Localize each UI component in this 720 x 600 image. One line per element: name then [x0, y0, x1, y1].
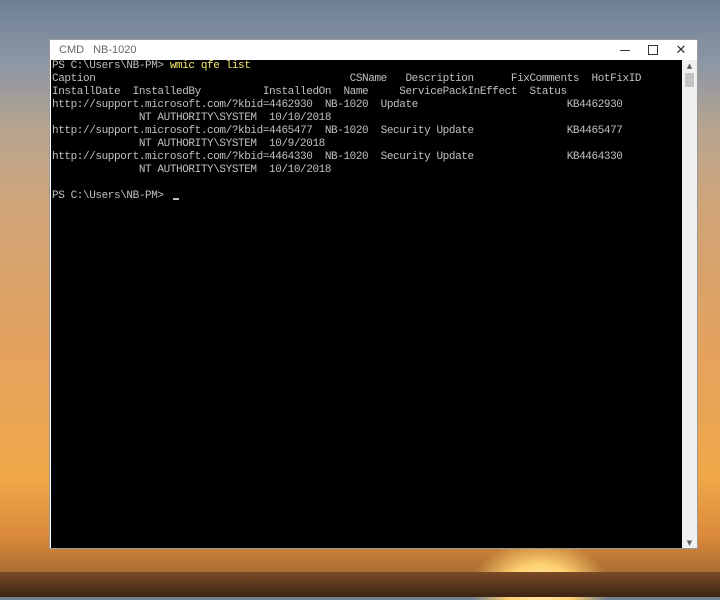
scrollbar-thumb[interactable]	[685, 73, 694, 87]
cmd-window[interactable]: CMD NB-1020 ✕ PS C:\Users\NB-PM> wmic qfe…	[49, 39, 698, 549]
console-line: http://support.microsoft.com/?kbid=44629…	[52, 99, 623, 112]
maximize-icon	[648, 45, 658, 55]
window-title: CMD NB-1020	[59, 44, 136, 56]
minimize-button[interactable]	[611, 40, 639, 60]
console-line-prompt: PS C:\Users\NB-PM> wmic qfe list	[52, 60, 250, 73]
console-line-prompt[interactable]: PS C:\Users\NB-PM>	[52, 190, 179, 203]
minimize-icon	[620, 50, 630, 51]
close-icon: ✕	[676, 44, 687, 57]
console-line: Caption CSName Description FixComments H…	[52, 73, 641, 86]
command-text: wmic qfe list	[170, 60, 251, 72]
console-line: http://support.microsoft.com/?kbid=44654…	[52, 125, 623, 138]
window-title-name: NB-1020	[93, 44, 136, 56]
vertical-scrollbar[interactable]: ▲ ▼	[682, 60, 697, 548]
scroll-up-arrow-icon[interactable]: ▲	[682, 60, 697, 71]
title-bar[interactable]: CMD NB-1020 ✕	[50, 40, 697, 60]
console-line: NT AUTHORITY\SYSTEM 10/10/2018	[52, 164, 331, 177]
console-line: InstallDate InstalledBy InstalledOn Name…	[52, 86, 567, 99]
maximize-button[interactable]	[639, 40, 667, 60]
close-button[interactable]: ✕	[667, 40, 695, 60]
prompt-text: PS C:\Users\NB-PM>	[52, 190, 170, 202]
console-output[interactable]: PS C:\Users\NB-PM> wmic qfe list Caption…	[51, 60, 682, 548]
background-ground	[0, 572, 720, 597]
text-cursor	[173, 198, 179, 200]
console-line: http://support.microsoft.com/?kbid=44643…	[52, 151, 623, 164]
window-title-app: CMD	[59, 44, 84, 56]
console-line: NT AUTHORITY\SYSTEM 10/9/2018	[52, 138, 325, 151]
prompt-text: PS C:\Users\NB-PM>	[52, 60, 170, 72]
console-line: NT AUTHORITY\SYSTEM 10/10/2018	[52, 112, 331, 125]
scroll-down-arrow-icon[interactable]: ▼	[682, 537, 697, 548]
